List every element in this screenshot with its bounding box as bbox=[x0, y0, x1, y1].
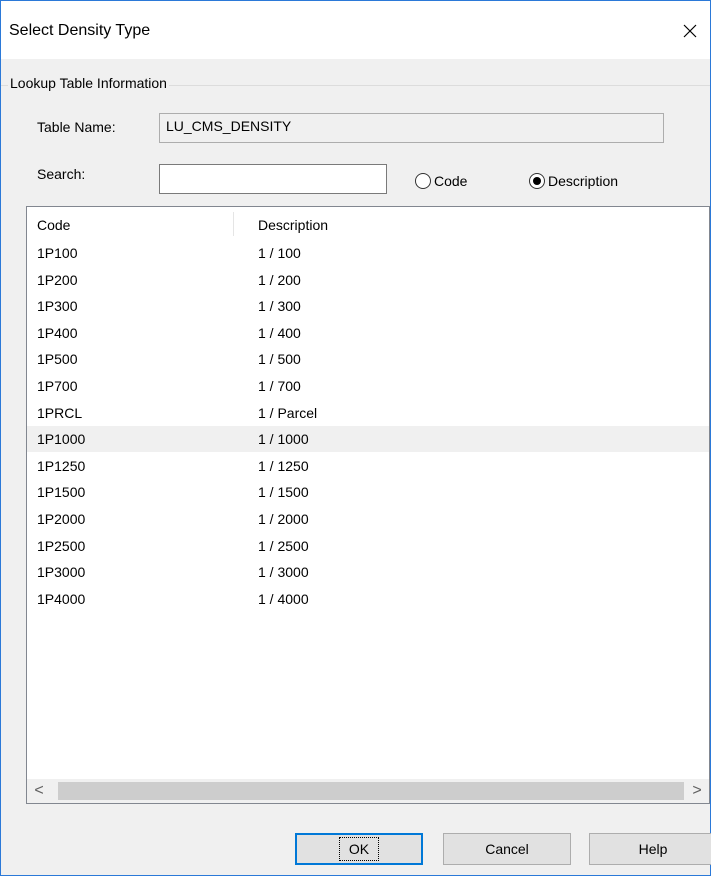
row-code: 1P400 bbox=[37, 324, 78, 341]
row-code: 1P1500 bbox=[37, 484, 86, 501]
radio-code[interactable]: Code bbox=[415, 173, 467, 189]
row-code: 1PRCL bbox=[37, 404, 83, 421]
row-code: 1P1250 bbox=[37, 457, 86, 474]
row-description: 1 / 700 bbox=[258, 378, 301, 394]
table-name-field: LU_CMS_DENSITY bbox=[159, 113, 664, 143]
dialog-window: Select Density Type Lookup Table Informa… bbox=[0, 0, 711, 876]
scroll-left-button[interactable]: < bbox=[27, 779, 51, 803]
title-bar[interactable]: Select Density Type bbox=[1, 1, 710, 59]
row-code: 1P4000 bbox=[37, 590, 86, 607]
table-row[interactable]: 1P4000 1 / 4000 bbox=[27, 586, 709, 612]
table-row[interactable]: 1P100 1 / 100 bbox=[27, 240, 709, 266]
column-header-code[interactable]: Code bbox=[37, 207, 70, 239]
scrollbar-thumb[interactable] bbox=[58, 782, 684, 800]
row-code: 1P300 bbox=[37, 298, 78, 315]
table-row[interactable]: 1P500 1 / 500 bbox=[27, 346, 709, 372]
cancel-button[interactable]: Cancel bbox=[443, 833, 571, 865]
window-title: Select Density Type bbox=[9, 22, 151, 39]
close-icon bbox=[683, 24, 697, 38]
row-description: 1 / 100 bbox=[258, 245, 301, 261]
table-row[interactable]: 1P2000 1 / 2000 bbox=[27, 506, 709, 532]
table-row[interactable]: 1P1000 1 / 1000 bbox=[27, 426, 709, 453]
table-row[interactable]: 1PRCL 1 / Parcel bbox=[27, 400, 709, 426]
chevron-left-icon: < bbox=[34, 782, 44, 799]
groupbox-legend: Lookup Table Information bbox=[8, 75, 169, 91]
row-code: 1P2000 bbox=[37, 511, 86, 527]
table-row[interactable]: 1P200 1 / 200 bbox=[27, 267, 709, 293]
row-code: 1P200 bbox=[37, 271, 78, 288]
table-row[interactable]: 1P300 1 / 300 bbox=[27, 293, 709, 319]
row-description: 1 / 2000 bbox=[258, 511, 309, 527]
row-description: 1 / 3000 bbox=[258, 564, 309, 581]
radio-circle-code[interactable] bbox=[415, 173, 431, 189]
chevron-right-icon: > bbox=[692, 782, 702, 799]
row-description: 1 / 500 bbox=[258, 351, 301, 368]
table-row[interactable]: 1P700 1 / 700 bbox=[27, 373, 709, 399]
list-header: Code Description bbox=[27, 207, 709, 239]
table-row[interactable]: 1P2500 1 / 2500 bbox=[27, 533, 709, 559]
row-description: 1 / 4000 bbox=[258, 590, 309, 607]
lookup-list[interactable]: Code Description 1P100 1 / 100 1P200 1 / 20… bbox=[26, 206, 710, 804]
radio-description[interactable]: Description bbox=[529, 173, 618, 189]
row-description: 1 / 1000 bbox=[258, 431, 309, 448]
row-description: 1 / 300 bbox=[258, 298, 301, 315]
column-header-description[interactable]: Description bbox=[258, 207, 328, 239]
horizontal-scrollbar[interactable]: < > bbox=[27, 779, 709, 803]
table-row[interactable]: 1P1500 1 / 1500 bbox=[27, 479, 709, 505]
table-row[interactable]: 1P3000 1 / 3000 bbox=[27, 559, 709, 585]
row-description: 1 / 400 bbox=[258, 324, 301, 341]
column-divider[interactable] bbox=[233, 212, 234, 236]
radio-circle-description[interactable] bbox=[529, 173, 545, 189]
scroll-right-button[interactable]: > bbox=[685, 779, 709, 803]
row-code: 1P700 bbox=[37, 378, 78, 394]
row-description: 1 / 2500 bbox=[258, 537, 309, 554]
close-button[interactable] bbox=[670, 13, 710, 49]
row-description: 1 / 1500 bbox=[258, 484, 309, 501]
row-code: 1P100 bbox=[37, 245, 78, 261]
row-code: 1P2500 bbox=[37, 537, 86, 554]
search-input[interactable] bbox=[159, 164, 387, 194]
table-row[interactable]: 1P400 1 / 400 bbox=[27, 320, 709, 346]
row-description: 1 / 1250 bbox=[258, 457, 309, 474]
row-description: 1 / 200 bbox=[258, 271, 301, 288]
row-code: 1P3000 bbox=[37, 564, 86, 581]
radio-code-label: Code bbox=[434, 173, 468, 189]
ok-button[interactable]: OK bbox=[295, 833, 423, 865]
help-button[interactable]: Help bbox=[589, 833, 711, 865]
row-description: 1 / Parcel bbox=[258, 404, 318, 421]
row-code: 1P1000 bbox=[37, 431, 86, 448]
search-label: Search: bbox=[37, 166, 86, 182]
row-code: 1P500 bbox=[37, 351, 78, 368]
table-row[interactable]: 1P1250 1 / 1250 bbox=[27, 453, 709, 479]
table-name-label: Table Name: bbox=[37, 119, 116, 135]
ok-button-label: OK bbox=[338, 837, 380, 861]
radio-description-label: Description bbox=[548, 173, 619, 189]
